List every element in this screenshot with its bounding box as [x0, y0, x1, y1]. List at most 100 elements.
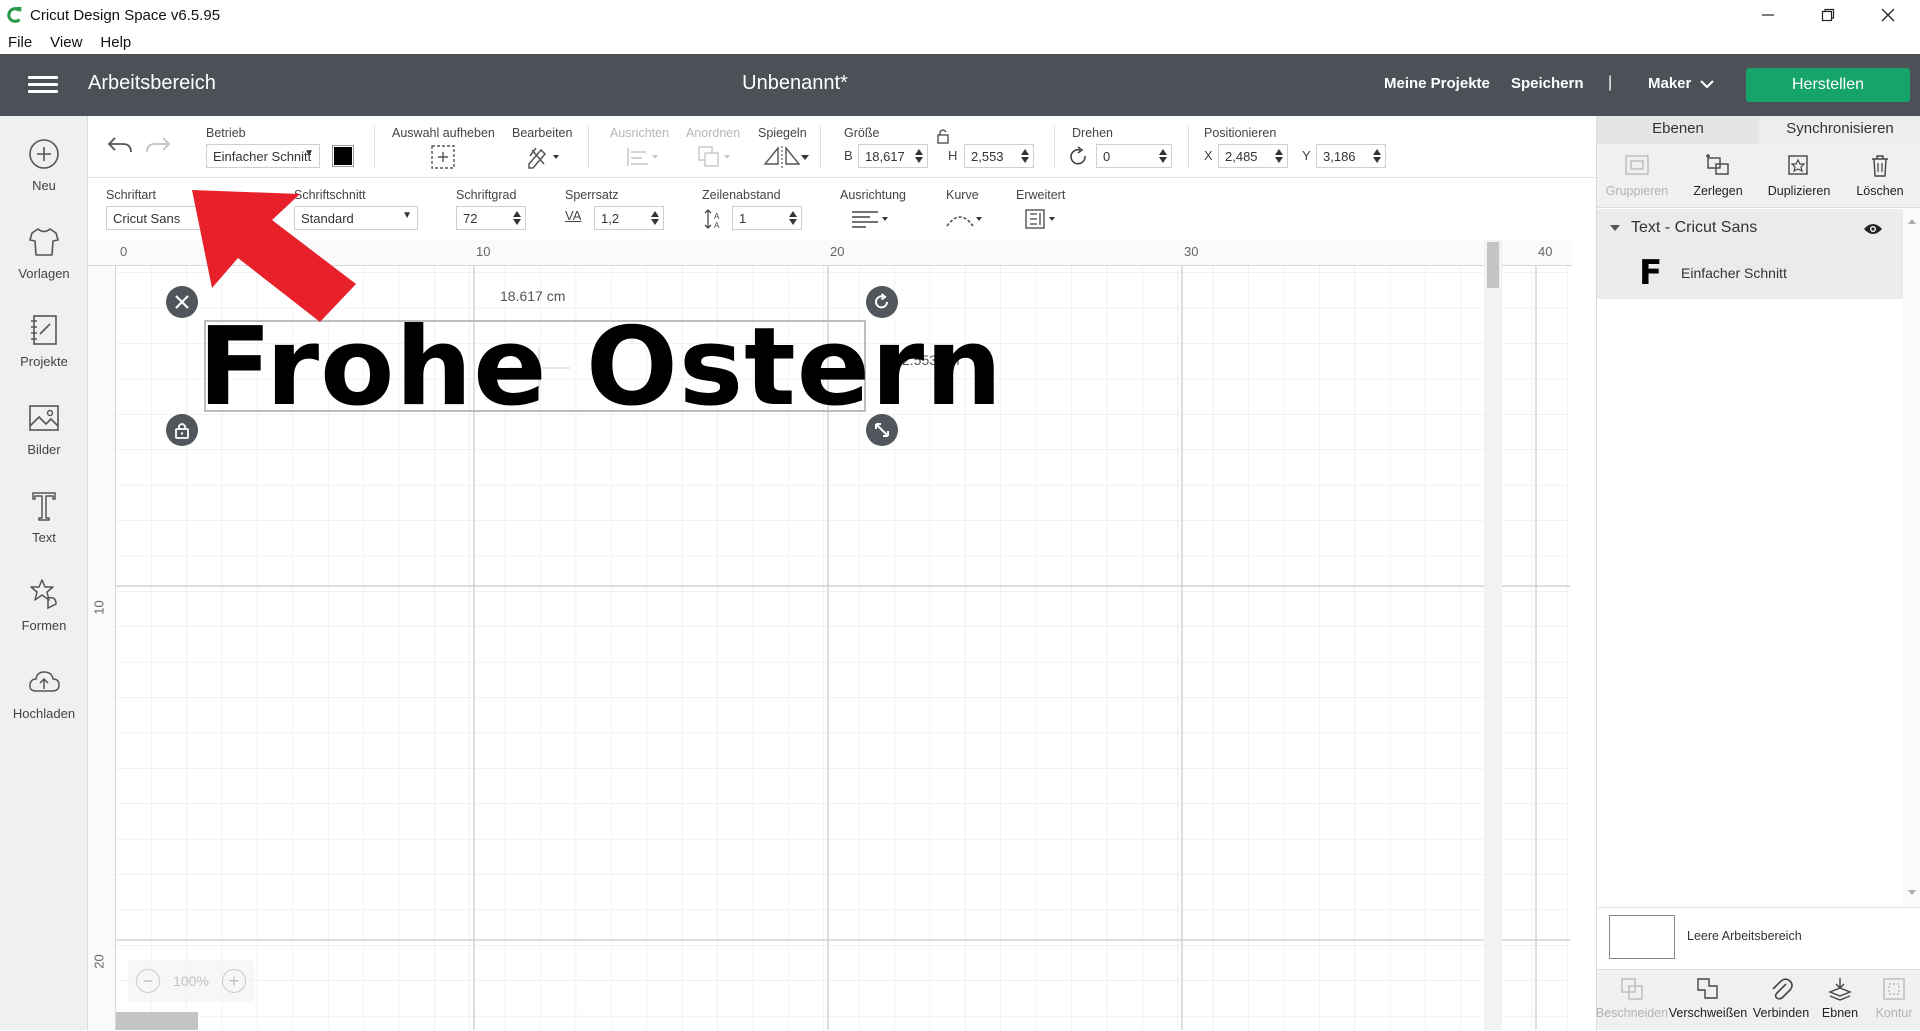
curve-icon[interactable] [944, 208, 986, 230]
stepper-arrows-icon[interactable] [1158, 147, 1168, 165]
layer-item[interactable]: F Einfacher Schnitt [1597, 249, 1903, 299]
sidebar-item-templates[interactable]: Vorlagen [0, 224, 88, 300]
ruler-left: 10 20 [88, 266, 116, 1030]
slice-button[interactable]: Beschneiden [1596, 970, 1668, 1031]
zoom-out-button[interactable]: − [136, 969, 160, 993]
stepper-arrows-icon[interactable] [914, 147, 924, 165]
stepper-arrows-icon[interactable] [1020, 147, 1030, 165]
edit-tools-icon[interactable] [526, 144, 562, 170]
my-projects-link[interactable]: Meine Projekte [1384, 75, 1490, 92]
blank-canvas-label: Leere Arbeitsbereich [1687, 929, 1802, 943]
restore-button[interactable] [1800, 0, 1856, 30]
layer-group[interactable]: Text - Cricut Sans F Einfacher Schnitt [1597, 209, 1903, 299]
letter-spacing-input[interactable]: 1,2 [594, 206, 664, 230]
scroll-thumb[interactable] [1487, 242, 1499, 288]
left-sidebar: Neu Vorlagen Projekte Bilder Text Formen… [0, 116, 88, 1030]
menu-help[interactable]: Help [100, 34, 131, 51]
chevron-down-icon [1700, 79, 1715, 88]
stepper-arrows-icon[interactable] [512, 209, 522, 227]
menu-file[interactable]: File [8, 34, 32, 51]
rotate-input[interactable]: 0 [1096, 144, 1172, 168]
menu-bar: File View Help [0, 30, 1920, 54]
height-prefix: H [948, 148, 958, 163]
minimize-icon [1762, 14, 1774, 16]
delete-button[interactable]: Löschen [1840, 144, 1920, 208]
flip-icon[interactable] [762, 144, 802, 170]
stepper-arrows-icon[interactable] [650, 209, 660, 227]
x-prefix: X [1204, 148, 1213, 163]
letter-spacing-label: Sperrsatz [565, 188, 619, 202]
y-prefix: Y [1302, 148, 1311, 163]
flatten-button[interactable]: Ebnen [1813, 970, 1867, 1031]
sidebar-item-shapes[interactable]: Formen [0, 576, 88, 652]
layers-scrollbar[interactable] [1903, 209, 1920, 907]
color-swatch[interactable] [332, 145, 354, 167]
save-link[interactable]: Speichern [1511, 75, 1584, 92]
contour-button[interactable]: Kontur [1867, 970, 1920, 1031]
resize-handle[interactable] [866, 414, 898, 446]
ruler-label: 0 [120, 244, 128, 259]
stepper-arrows-icon[interactable] [1372, 147, 1382, 165]
height-input[interactable]: 2,553 [964, 144, 1034, 168]
scroll-down-icon[interactable] [1907, 889, 1917, 897]
y-input[interactable]: 3,186 [1316, 144, 1386, 168]
width-input[interactable]: 18,617 [858, 144, 928, 168]
sidebar-item-upload[interactable]: Hochladen [0, 664, 88, 740]
undo-icon[interactable] [106, 134, 134, 158]
weld-button[interactable]: Verschweißen [1667, 970, 1749, 1031]
sidebar-item-label: Vorlagen [18, 266, 70, 281]
font-size-value: 72 [463, 211, 478, 226]
sidebar-item-images[interactable]: Bilder [0, 400, 88, 476]
ruler-label: 30 [1184, 244, 1199, 259]
group-button[interactable]: Gruppieren [1597, 144, 1677, 208]
advanced-icon[interactable] [1024, 208, 1060, 230]
text-align-left-icon[interactable] [850, 208, 892, 230]
lock-proportions-handle[interactable] [166, 414, 198, 446]
machine-selector[interactable]: Maker [1648, 75, 1715, 92]
align-icon [627, 148, 658, 166]
x-input[interactable]: 2,485 [1218, 144, 1288, 168]
duplicate-button[interactable]: Duplizieren [1759, 144, 1839, 208]
minimize-button[interactable] [1740, 0, 1796, 30]
caret-down-icon[interactable] [1609, 223, 1621, 233]
rotate-handle[interactable] [866, 286, 898, 318]
text-object[interactable]: Frohe Ostern [198, 314, 1003, 422]
svg-text:A: A [714, 221, 720, 230]
plus-icon: + [228, 970, 240, 991]
canvas-horizontal-scrollbar[interactable] [116, 1012, 198, 1030]
menu-view[interactable]: View [50, 34, 82, 51]
curve-label: Kurve [946, 188, 979, 202]
cloud-upload-icon [29, 671, 60, 692]
tab-sync[interactable]: Synchronisieren [1759, 116, 1920, 144]
eye-icon[interactable] [1863, 221, 1883, 237]
deselect-icon[interactable] [430, 144, 456, 170]
arrange-icon [698, 146, 730, 167]
sidebar-item-new[interactable]: Neu [0, 136, 88, 212]
canvas-color-swatch[interactable] [1609, 915, 1675, 959]
resize-diagonal-icon [875, 423, 889, 437]
tab-layers[interactable]: Ebenen [1597, 116, 1759, 144]
canvas-vertical-scrollbar[interactable] [1484, 240, 1502, 1030]
stepper-arrows-icon[interactable] [788, 209, 798, 227]
redo-icon[interactable] [144, 134, 172, 158]
zoom-level: 100% [173, 973, 209, 989]
zoom-in-button[interactable]: + [222, 969, 246, 993]
scroll-up-icon[interactable] [1907, 217, 1917, 225]
sidebar-item-projects[interactable]: Projekte [0, 312, 88, 388]
close-window-button[interactable] [1860, 0, 1916, 30]
stepper-arrows-icon[interactable] [1274, 147, 1284, 165]
ungroup-label: Zerlegen [1693, 184, 1743, 198]
blank-canvas-row[interactable]: Leere Arbeitsbereich [1597, 907, 1920, 969]
attach-button[interactable]: Verbinden [1749, 970, 1813, 1031]
line-spacing-input[interactable]: 1 [732, 206, 802, 230]
operation-select[interactable]: Einfacher Schnitt ▼ [206, 144, 320, 168]
ungroup-button[interactable]: Zerlegen [1678, 144, 1758, 208]
sidebar-item-text[interactable]: Text [0, 488, 88, 564]
edit-label: Bearbeiten [512, 126, 573, 140]
width-dimension-label: 18.617 cm [500, 288, 566, 304]
lock-icon[interactable] [936, 128, 950, 144]
make-it-button[interactable]: Herstellen [1746, 68, 1910, 102]
font-size-input[interactable]: 72 [456, 206, 526, 230]
alignment-label: Ausrichtung [840, 188, 907, 202]
design-canvas[interactable]: 0 10 20 30 40 10 20 18.617 cm 2.553 cm F… [88, 240, 1572, 1030]
